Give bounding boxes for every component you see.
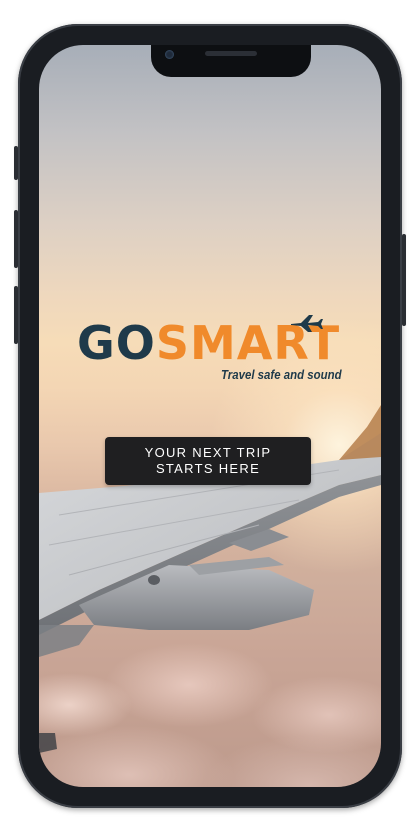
get-started-button[interactable]: YOUR NEXT TRIP STARTS HERE	[105, 437, 311, 485]
power-button	[402, 234, 406, 326]
volume-up-button	[14, 210, 18, 268]
volume-down-button	[14, 286, 18, 344]
front-camera	[165, 50, 174, 59]
earpiece-speaker	[205, 51, 257, 56]
airplane-wing-image	[39, 405, 381, 753]
mute-switch	[14, 146, 18, 180]
airplane-icon	[291, 315, 323, 332]
phone-frame: GOSMART Travel safe and sound YOUR NEXT …	[14, 24, 406, 808]
app-logo: GOSMART Travel safe and sound	[77, 315, 347, 395]
tagline: Travel safe and sound	[221, 367, 342, 382]
logo-text-go: GO	[77, 316, 156, 370]
notch	[151, 45, 311, 77]
cta-line-2: STARTS HERE	[155, 461, 261, 476]
splash-screen: GOSMART Travel safe and sound YOUR NEXT …	[39, 45, 381, 787]
cta-line-1: YOUR NEXT TRIP	[144, 445, 272, 460]
